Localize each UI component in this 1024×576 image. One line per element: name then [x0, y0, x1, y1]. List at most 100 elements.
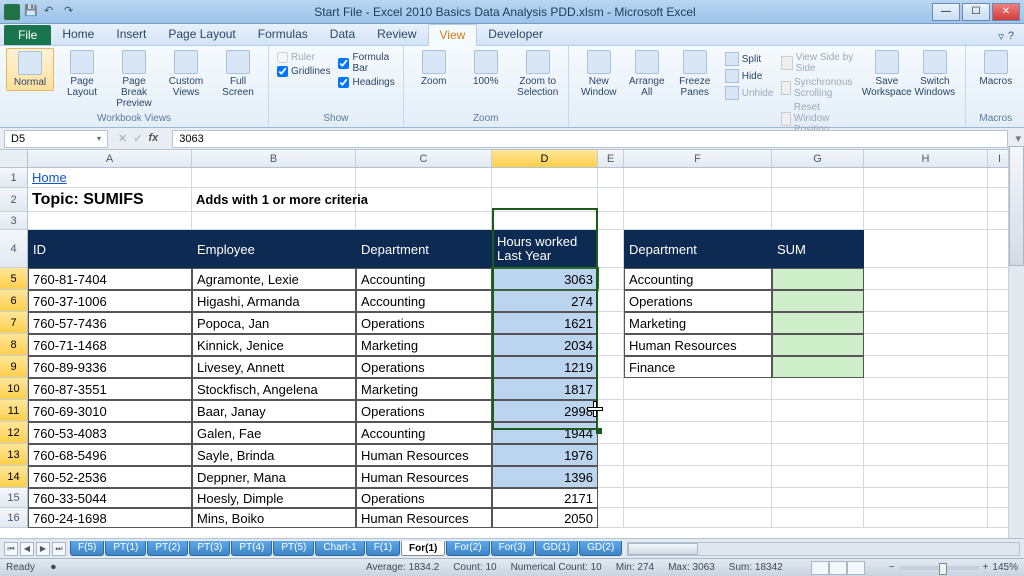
- cell[interactable]: [772, 422, 864, 444]
- cell[interactable]: [598, 212, 624, 230]
- redo-icon[interactable]: ↷: [64, 4, 80, 20]
- cell[interactable]: Hours worked Last Year: [492, 230, 598, 268]
- cell[interactable]: Operations: [356, 356, 492, 378]
- cell[interactable]: Marketing: [624, 312, 772, 334]
- row-header-5[interactable]: 5: [0, 268, 28, 290]
- cell[interactable]: [598, 488, 624, 508]
- row-header-3[interactable]: 3: [0, 212, 28, 230]
- row-header-6[interactable]: 6: [0, 290, 28, 312]
- cell[interactable]: Marketing: [356, 334, 492, 356]
- cell[interactable]: [772, 188, 864, 212]
- cell[interactable]: [864, 334, 988, 356]
- cell[interactable]: 2050: [492, 508, 598, 528]
- cancel-formula-icon[interactable]: ✕: [118, 132, 127, 145]
- cell[interactable]: Operations: [624, 290, 772, 312]
- cell[interactable]: 760-52-2536: [28, 466, 192, 488]
- cell[interactable]: [624, 378, 772, 400]
- sheet-tab-pt(5)[interactable]: PT(5): [273, 541, 314, 556]
- cell[interactable]: Department: [356, 230, 492, 268]
- cell[interactable]: [772, 444, 864, 466]
- cell[interactable]: 760-53-4083: [28, 422, 192, 444]
- row-header-9[interactable]: 9: [0, 356, 28, 378]
- help-icon[interactable]: ?: [1008, 30, 1014, 43]
- cell[interactable]: Marketing: [356, 378, 492, 400]
- cell[interactable]: [624, 444, 772, 466]
- fill-handle[interactable]: [596, 428, 602, 434]
- tab-nav-prev[interactable]: ◀: [20, 542, 34, 556]
- cell[interactable]: [864, 168, 988, 188]
- row-header-13[interactable]: 13: [0, 444, 28, 466]
- cell[interactable]: [598, 334, 624, 356]
- sheet-tab-for(3)[interactable]: For(3): [491, 541, 534, 556]
- maximize-button[interactable]: ☐: [962, 3, 990, 21]
- close-button[interactable]: ✕: [992, 3, 1020, 21]
- cell[interactable]: Agramonte, Lexie: [192, 268, 356, 290]
- cell[interactable]: Human Resources: [356, 466, 492, 488]
- cell[interactable]: 760-24-1698: [28, 508, 192, 528]
- col-header-H[interactable]: H: [864, 150, 988, 167]
- cell[interactable]: [598, 290, 624, 312]
- new-window-button[interactable]: New Window: [575, 48, 623, 100]
- cell[interactable]: [772, 168, 864, 188]
- cell[interactable]: [864, 400, 988, 422]
- page-layout-button[interactable]: Page Layout: [58, 48, 106, 100]
- cell[interactable]: Topic: SUMIFS: [28, 188, 192, 212]
- quick-access-toolbar[interactable]: 💾 ↶ ↷: [24, 4, 80, 20]
- file-tab[interactable]: File: [4, 25, 51, 45]
- custom-views-button[interactable]: Custom Views: [162, 48, 210, 100]
- tab-developer[interactable]: Developer: [477, 24, 554, 45]
- cell[interactable]: Accounting: [356, 290, 492, 312]
- cell[interactable]: [598, 356, 624, 378]
- cell[interactable]: 2171: [492, 488, 598, 508]
- cell[interactable]: [356, 168, 492, 188]
- row-header-14[interactable]: 14: [0, 466, 28, 488]
- cell[interactable]: [624, 212, 772, 230]
- cell[interactable]: 274: [492, 290, 598, 312]
- tab-formulas[interactable]: Formulas: [247, 24, 319, 45]
- cell[interactable]: [624, 422, 772, 444]
- 100--button[interactable]: 100%: [462, 48, 510, 89]
- cell[interactable]: [598, 168, 624, 188]
- cell[interactable]: [192, 212, 356, 230]
- check-headings[interactable]: Headings: [338, 77, 394, 88]
- cell[interactable]: [28, 212, 192, 230]
- cell[interactable]: [772, 400, 864, 422]
- cell[interactable]: [492, 188, 598, 212]
- worksheet[interactable]: ABCDEFGHI 1Home2Topic: SUMIFSAdds with 1…: [0, 150, 1024, 528]
- cell[interactable]: [864, 488, 988, 508]
- row-header-7[interactable]: 7: [0, 312, 28, 334]
- zoom-in-button[interactable]: +: [983, 562, 989, 573]
- cell[interactable]: [598, 312, 624, 334]
- cell[interactable]: 2034: [492, 334, 598, 356]
- expand-formula-icon[interactable]: ▾: [1012, 132, 1024, 145]
- cell[interactable]: [772, 488, 864, 508]
- tab-view[interactable]: View: [428, 24, 478, 46]
- save-workspace-button[interactable]: Save Workspace: [863, 48, 911, 100]
- cell[interactable]: Mins, Boiko: [192, 508, 356, 528]
- row-header-16[interactable]: 16: [0, 508, 28, 528]
- cell[interactable]: [864, 378, 988, 400]
- cell[interactable]: 760-87-3551: [28, 378, 192, 400]
- cell[interactable]: Home: [28, 168, 192, 188]
- col-header-G[interactable]: G: [772, 150, 864, 167]
- row-header-11[interactable]: 11: [0, 400, 28, 422]
- cell[interactable]: Deppner, Mana: [192, 466, 356, 488]
- name-box[interactable]: D5: [4, 130, 108, 148]
- cell[interactable]: 760-69-3010: [28, 400, 192, 422]
- row-header-15[interactable]: 15: [0, 488, 28, 508]
- cell[interactable]: [492, 212, 598, 230]
- cell[interactable]: [624, 488, 772, 508]
- cell[interactable]: Hoesly, Dimple: [192, 488, 356, 508]
- horizontal-scrollbar[interactable]: [627, 542, 1020, 556]
- cell[interactable]: Stockfisch, Angelena: [192, 378, 356, 400]
- macro-record-icon[interactable]: ⏺: [51, 562, 56, 573]
- cell[interactable]: Popoca, Jan: [192, 312, 356, 334]
- cell[interactable]: [598, 230, 624, 268]
- sheet-tab-f(1)[interactable]: F(1): [366, 541, 400, 556]
- cell[interactable]: [492, 168, 598, 188]
- tab-nav-first[interactable]: ⏮: [4, 542, 18, 556]
- cell[interactable]: 760-37-1006: [28, 290, 192, 312]
- cell[interactable]: Human Resources: [624, 334, 772, 356]
- sheet-tab-gd(2)[interactable]: GD(2): [579, 541, 622, 556]
- cell[interactable]: [192, 168, 356, 188]
